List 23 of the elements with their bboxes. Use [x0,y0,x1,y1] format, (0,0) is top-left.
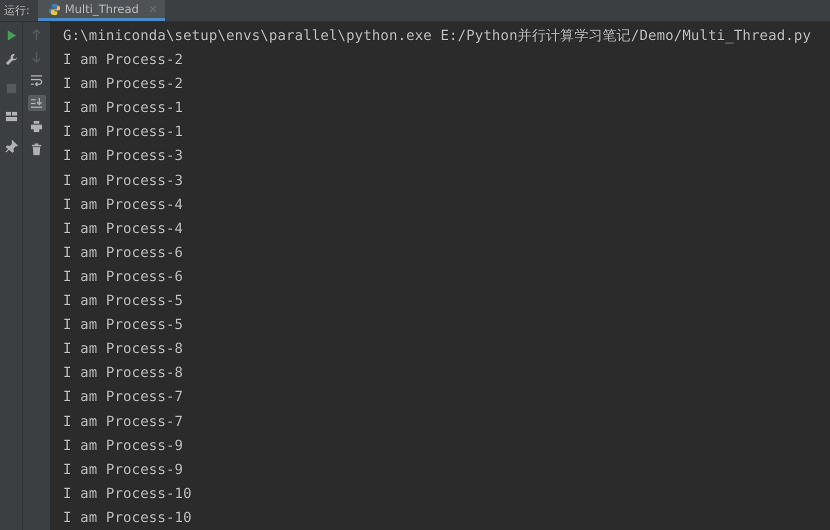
console-line: I am Process-5 [63,292,184,312]
console-line: I am Process-3 [63,172,184,191]
console-line: G:\miniconda\setup\envs\parallel\python.exe E:/Python并行计算学习笔记/Demo/Multi_Thread.py [63,27,812,46]
console-line: I am Process-9 [63,460,184,480]
console-line: I am Process-1 [63,123,184,142]
console-line: I am Process-2 [63,51,184,70]
console-line: I am Process-5 [63,316,184,336]
console-line: I am Process-7 [63,388,184,408]
console-line: I am Process-1 [63,99,184,118]
console-line: I am Process-10 [63,508,193,528]
console-line: I am Process-2 [63,75,184,94]
run-label: 运行: [3,3,31,19]
run-tab[interactable]: Multi_Thread [38,0,165,21]
console-line: I am Process-7 [63,412,184,432]
console-line: I am Process-4 [63,220,184,239]
console-line: I am Process-8 [63,340,184,360]
console-line: I am Process-3 [63,147,184,166]
console-line: I am Process-9 [63,436,184,456]
console-line: I am Process-10 [63,484,193,504]
console-line: I am Process-4 [63,196,184,215]
console-line: I am Process-6 [63,244,184,263]
console-line: I am Process-8 [63,364,184,384]
console-line: I am Process-6 [63,268,184,287]
